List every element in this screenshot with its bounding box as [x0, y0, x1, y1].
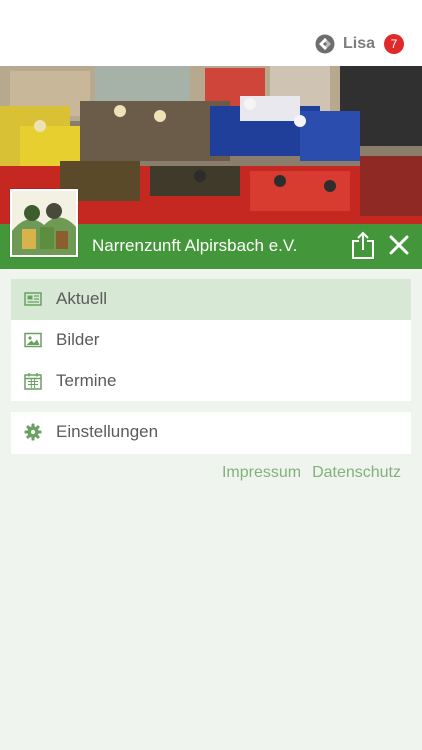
newspaper-icon [24, 292, 42, 306]
main-menu: Aktuell Bilder Termine [11, 279, 411, 401]
notification-badge[interactable]: 7 [384, 34, 404, 54]
settings-menu: Einstellungen [11, 412, 411, 454]
user-name[interactable]: Lisa [343, 35, 375, 53]
calendar-icon [24, 373, 42, 390]
user-account[interactable]: Lisa 7 [315, 33, 404, 55]
app-logo-icon [315, 34, 335, 54]
menu-item-label: Bilder [56, 330, 100, 349]
footer-links: Impressum Datenschutz [222, 464, 401, 482]
image-icon [24, 332, 42, 348]
gear-icon [24, 423, 42, 441]
club-name: Narrenzunft Alpirsbach e.V. [92, 236, 298, 255]
menu-item-bilder[interactable]: Bilder [11, 320, 411, 361]
menu-item-einstellungen[interactable]: Einstellungen [11, 412, 411, 453]
close-icon[interactable] [388, 234, 410, 256]
menu-item-aktuell[interactable]: Aktuell [11, 279, 411, 320]
menu-item-label: Aktuell [56, 289, 108, 308]
menu-item-label: Einstellungen [56, 422, 159, 441]
menu-item-termine[interactable]: Termine [11, 361, 411, 402]
datenschutz-link[interactable]: Datenschutz [312, 464, 401, 482]
share-icon[interactable] [350, 230, 376, 260]
top-bar: Lisa 7 [0, 0, 422, 66]
impressum-link[interactable]: Impressum [222, 464, 301, 482]
menu-item-label: Termine [56, 371, 117, 390]
club-logo-avatar [10, 189, 78, 257]
